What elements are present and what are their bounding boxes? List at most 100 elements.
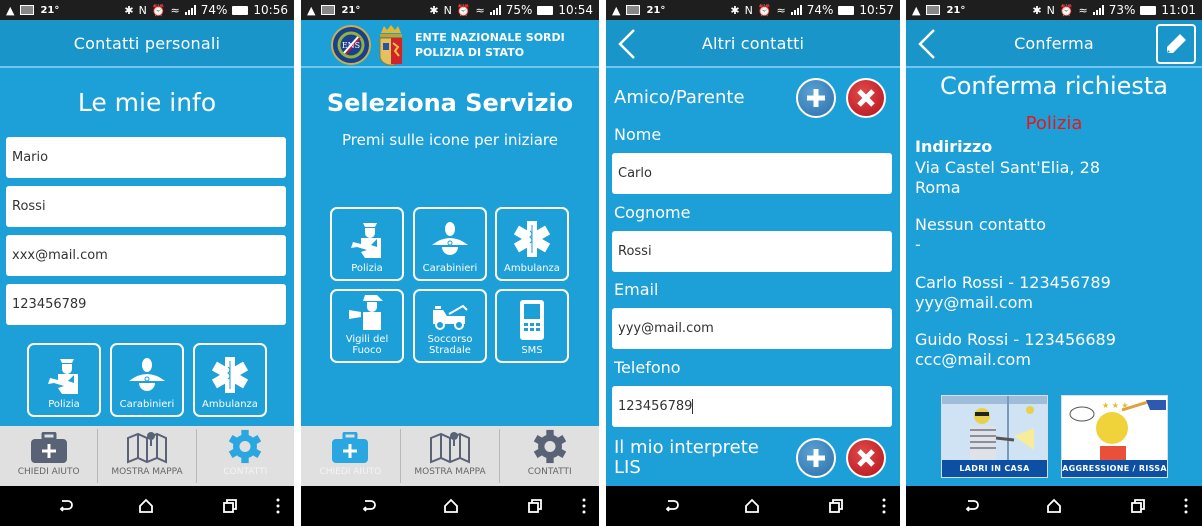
signal-icon xyxy=(489,5,501,15)
app-header: ENS ENTE NAZIONALE SORDI POLIZIA DI STAT… xyxy=(301,20,599,68)
home-nav-icon[interactable] xyxy=(1046,498,1062,514)
back-nav-icon[interactable] xyxy=(664,498,680,514)
wifi-icon: ≈ xyxy=(170,3,180,17)
service-label: SMS xyxy=(521,345,543,356)
service-polizia-button[interactable]: Polizia xyxy=(330,207,404,281)
temperature: 21° xyxy=(341,4,361,16)
recents-nav-icon[interactable] xyxy=(1130,498,1146,514)
email-input[interactable]: xxx@mail.com xyxy=(6,235,286,276)
back-nav-icon[interactable] xyxy=(964,498,980,514)
android-navigation-bar xyxy=(0,486,294,526)
service-carabinieri-button[interactable]: Carabinieri xyxy=(110,343,184,417)
service-polizia-button[interactable]: Polizia xyxy=(27,343,101,417)
close-icon xyxy=(857,89,875,107)
image-notification-icon xyxy=(20,5,35,15)
screen-conferma: ▲ 21° ✱ N ⏰ ≈ 73% 11:01 Conferma Conferm… xyxy=(906,0,1202,526)
phone-input[interactable]: 123456789 xyxy=(6,284,286,325)
add-contact-button[interactable] xyxy=(796,78,836,118)
notification-icon: ▲ xyxy=(307,3,316,17)
screen-seleziona-servizio: ▲ 21° ✱ N ⏰ ≈ 75% 10:54 ENS ENTE NAZIONA… xyxy=(301,0,599,526)
notification-icon: ▲ xyxy=(6,3,15,17)
menu-dots-icon[interactable] xyxy=(581,498,587,514)
recents-nav-icon[interactable] xyxy=(222,498,238,514)
first-name-input[interactable]: Mario xyxy=(6,137,286,178)
service-sms-button[interactable]: SMS xyxy=(495,289,569,363)
page-title: Seleziona Servizio xyxy=(326,89,574,117)
notification-icon: ▲ xyxy=(612,3,621,17)
signal-icon xyxy=(790,5,802,15)
alarm-icon: ⏰ xyxy=(151,3,166,17)
recents-nav-icon[interactable] xyxy=(527,498,543,514)
back-nav-icon[interactable] xyxy=(58,498,74,514)
status-bar: ▲ 21° ✱ N ⏰ ≈ 74% 10:57 xyxy=(606,0,900,20)
ens-logo-icon: ENS xyxy=(331,25,371,65)
interprete-line2: LIS xyxy=(614,457,641,478)
situation-ladri-in-casa[interactable]: LADRI IN CASA xyxy=(941,395,1048,478)
service-soccorso-stradale-button[interactable]: Soccorso Stradale xyxy=(413,289,487,363)
page-title: Conferma richiesta xyxy=(939,72,1169,100)
bluetooth-icon: ✱ xyxy=(429,3,439,17)
contact-phone-input[interactable]: 123456789 xyxy=(612,386,892,427)
carabiniere-icon xyxy=(129,358,165,391)
app-header: Contatti personali xyxy=(0,20,294,68)
nav-mostra-mappa[interactable]: MOSTRA MAPPA xyxy=(98,429,197,483)
nav-chiedi-aiuto[interactable]: CHIEDI AIUTO xyxy=(0,429,99,483)
contact-name-input[interactable]: Carlo xyxy=(612,153,892,194)
remove-contact-button[interactable] xyxy=(846,78,886,118)
carabiniere-icon xyxy=(432,222,468,255)
battery-percent: 74% xyxy=(200,3,228,17)
back-chevron-icon[interactable] xyxy=(614,26,644,62)
service-carabinieri-button[interactable]: Carabinieri xyxy=(413,207,487,281)
service-label: Carabinieri xyxy=(422,263,478,274)
nav-chiedi-aiuto[interactable]: CHIEDI AIUTO xyxy=(301,429,401,483)
service-label: Ambulanza xyxy=(504,263,560,274)
bluetooth-icon: ✱ xyxy=(124,3,134,17)
section-title-amico-parente: Amico/Parente xyxy=(614,87,745,108)
home-nav-icon[interactable] xyxy=(744,498,760,514)
situation-aggressione-rissa[interactable]: ★ ★ ★ AGGRESSIONE / RISSA xyxy=(1061,395,1168,478)
menu-dots-icon[interactable] xyxy=(275,498,281,514)
situation-caption: LADRI IN CASA xyxy=(942,460,1047,477)
notification-icon: ▲ xyxy=(912,3,921,17)
edit-button[interactable] xyxy=(1156,24,1196,64)
back-chevron-icon[interactable] xyxy=(914,26,944,62)
gear-icon xyxy=(533,429,566,464)
contact-surname-input[interactable]: Rossi xyxy=(612,231,892,272)
recents-nav-icon[interactable] xyxy=(828,498,844,514)
header-title: Altri contatti xyxy=(701,33,805,53)
last-name-input[interactable]: Rossi xyxy=(6,186,286,227)
gear-icon xyxy=(229,429,262,464)
battery-icon xyxy=(232,5,249,15)
menu-dots-icon[interactable] xyxy=(1183,498,1189,514)
home-nav-icon[interactable] xyxy=(443,498,459,514)
header-title: Contatti personali xyxy=(73,33,221,53)
burglar-illustration-icon xyxy=(942,396,1047,460)
nfc-icon: N xyxy=(744,3,753,17)
nav-contatti[interactable]: CONTATTI xyxy=(500,429,599,483)
plus-icon xyxy=(807,89,825,107)
menu-dots-icon[interactable] xyxy=(881,498,887,514)
contact2-name-phone: Guido Rossi - 123456689 xyxy=(915,330,1116,349)
nav-contatti[interactable]: CONTATTI xyxy=(197,429,294,483)
page-title: Le mie info xyxy=(77,88,217,117)
back-nav-icon[interactable] xyxy=(361,498,377,514)
service-ambulanza-button[interactable]: Ambulanza xyxy=(495,207,569,281)
remove-interpreter-button[interactable] xyxy=(846,438,886,478)
alarm-icon: ⏰ xyxy=(456,3,471,17)
status-bar: ▲ 21° ✱ N ⏰ ≈ 74% 10:56 xyxy=(0,0,294,20)
alarm-icon: ⏰ xyxy=(1059,3,1074,17)
app-header: Conferma xyxy=(906,20,1202,68)
nfc-icon: N xyxy=(138,3,147,17)
home-nav-icon[interactable] xyxy=(138,498,154,514)
contact-email-input[interactable]: yyy@mail.com xyxy=(612,308,892,349)
service-label: Carabinieri xyxy=(119,399,175,410)
interprete-line1: Il mio interprete xyxy=(614,437,759,458)
nav-mostra-mappa[interactable]: MOSTRA MAPPA xyxy=(401,429,501,483)
app-header: Altri contatti xyxy=(606,20,900,68)
add-interpreter-button[interactable] xyxy=(796,438,836,478)
label-email: Email xyxy=(614,280,659,299)
service-vigili-del-fuoco-button[interactable]: Vigili del Fuoco xyxy=(330,289,404,363)
service-ambulanza-button[interactable]: Ambulanza xyxy=(193,343,267,417)
service-label: Vigili del Fuoco xyxy=(345,334,389,356)
svg-text:★ ★ ★: ★ ★ ★ xyxy=(1102,401,1129,410)
